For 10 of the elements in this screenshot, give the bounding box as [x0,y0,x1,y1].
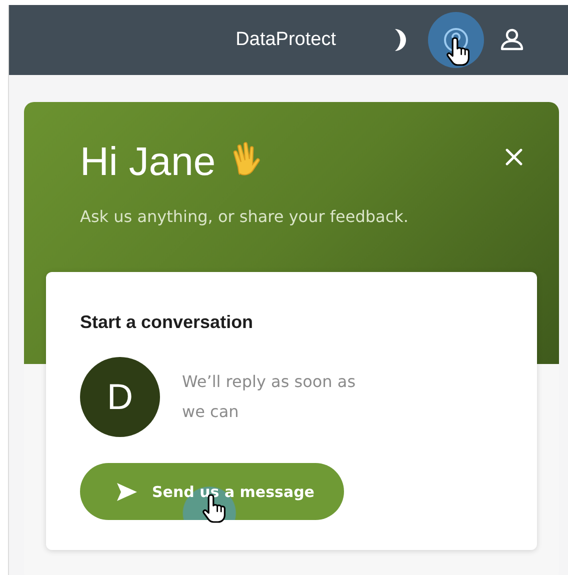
greeting-title: Hi Jane [80,140,216,185]
avatar: D [80,357,160,437]
brand-name: DataProtect [236,29,336,51]
close-icon [505,148,523,166]
user-icon [499,27,525,53]
card-title: Start a conversation [80,312,254,333]
panel-subtitle: Ask us anything, or share your feedback. [80,207,410,226]
close-button[interactable] [505,148,523,166]
reply-note: We’ll reply as soon as we can [182,371,357,423]
send-icon [116,482,138,502]
